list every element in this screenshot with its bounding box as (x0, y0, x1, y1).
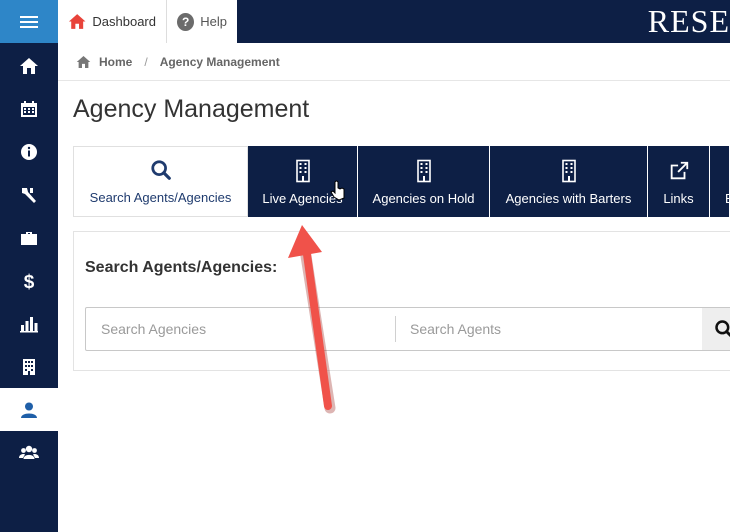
sidebar-item-buildings[interactable] (0, 345, 58, 388)
user-icon (21, 402, 37, 418)
breadcrumb-home-link[interactable]: Home (99, 55, 132, 69)
sidebar-item-tools[interactable] (0, 173, 58, 216)
page-title: Agency Management (73, 95, 310, 123)
sidebar-item-finance[interactable]: $ (0, 259, 58, 302)
building-icon (416, 159, 431, 183)
help-tab[interactable]: ? Help (166, 0, 238, 43)
tab-live-agencies[interactable]: Live Agencies (248, 146, 358, 217)
building-icon (295, 159, 310, 183)
search-panel-title: Search Agents/Agencies: (85, 259, 278, 276)
tab-label: B (725, 191, 729, 206)
external-link-icon (670, 161, 688, 180)
tab-agencies-on-hold[interactable]: Agencies on Hold (358, 146, 490, 217)
tab-overflow[interactable]: B (710, 146, 730, 217)
calendar-icon (21, 100, 37, 117)
svg-text:$: $ (24, 272, 35, 291)
bar-chart-icon (20, 316, 38, 332)
users-icon (19, 445, 39, 459)
home-icon (76, 55, 91, 68)
breadcrumb: Home / Agency Management (58, 43, 730, 81)
building-icon (561, 159, 576, 183)
search-panel: Search Agents/Agencies: (73, 231, 730, 371)
search-icon (715, 320, 730, 338)
dollar-icon: $ (24, 272, 35, 291)
search-agents-input[interactable] (396, 308, 701, 350)
sidebar-item-briefcase[interactable] (0, 216, 58, 259)
sidebar-item-calendar[interactable] (0, 87, 58, 130)
search-icon (150, 160, 171, 180)
tools-icon (22, 187, 36, 203)
search-button[interactable] (702, 308, 730, 350)
tab-search-agents-agencies[interactable]: Search Agents/Agencies (73, 146, 248, 217)
dashboard-tab[interactable]: Dashboard (58, 0, 166, 43)
tab-label: Agencies with Barters (505, 191, 632, 206)
sidebar-item-info[interactable] (0, 130, 58, 173)
help-icon: ? (177, 12, 195, 31)
sidebar-item-users[interactable] (0, 431, 58, 474)
breadcrumb-separator: / (144, 54, 148, 69)
top-bar: Dashboard ? Help RESE (58, 0, 730, 43)
building-icon (23, 358, 35, 375)
tab-label: Search Agents/Agencies (89, 190, 232, 205)
search-bar (85, 307, 730, 351)
tab-label: Live Agencies (262, 191, 343, 206)
help-label: Help (200, 14, 227, 29)
dashboard-label: Dashboard (92, 14, 156, 29)
sidebar-item-home[interactable] (0, 44, 58, 87)
hamburger-icon (20, 15, 38, 28)
tab-label: Links (663, 191, 694, 206)
sidebar-item-reports[interactable] (0, 302, 58, 345)
menu-toggle-button[interactable] (0, 0, 58, 43)
tab-links[interactable]: Links (648, 146, 710, 217)
tab-label: Agencies on Hold (372, 191, 475, 206)
tab-agencies-with-barters[interactable]: Agencies with Barters (490, 146, 648, 217)
sidebar: $ (0, 0, 58, 532)
info-icon (21, 143, 37, 160)
home-icon (20, 57, 38, 74)
briefcase-icon (21, 231, 37, 245)
home-icon (68, 14, 86, 29)
breadcrumb-current: Agency Management (159, 54, 280, 69)
sidebar-item-agents[interactable] (0, 388, 58, 431)
brand-logo: RESE (647, 3, 730, 39)
search-agencies-input[interactable] (86, 308, 394, 350)
